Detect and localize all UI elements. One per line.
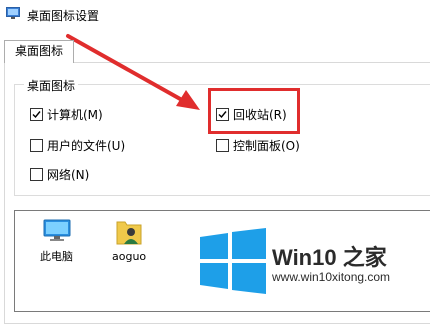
icon-label: 此电脑 — [40, 250, 73, 263]
watermark-url: www.win10xitong.com — [272, 270, 391, 284]
desktop-icon-this-pc[interactable]: 此电脑 — [40, 218, 73, 264]
windows-logo-icon — [200, 228, 266, 294]
user-folder-icon — [116, 221, 142, 245]
computer-icon — [43, 219, 70, 241]
icon-label: aoguo — [112, 250, 147, 263]
watermark-brand: Win10 之家 — [272, 245, 387, 270]
tab-desktop-icons[interactable]: 桌面图标 — [4, 40, 74, 63]
desktop-icon-user[interactable]: aoguo — [112, 216, 146, 263]
